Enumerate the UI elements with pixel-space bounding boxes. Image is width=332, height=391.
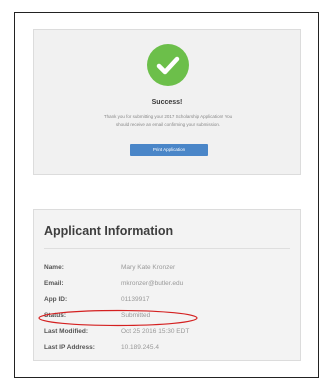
success-message-line: Thank you for submitting your 2017 Schol… bbox=[103, 114, 233, 119]
field-label: Email: bbox=[44, 280, 64, 287]
field-label: App ID: bbox=[44, 296, 68, 303]
success-title: Success! bbox=[151, 99, 183, 106]
field-value: Mary Kate Kronzer bbox=[121, 264, 176, 271]
field-value: mkronzer@butler.edu bbox=[121, 280, 184, 287]
field-value: Oct 25 2016 15:30 EDT bbox=[121, 328, 190, 335]
field-label: Name: bbox=[44, 264, 64, 271]
field-label: Last IP Address: bbox=[44, 344, 95, 351]
field-value: 10.189.245.4 bbox=[121, 344, 159, 351]
field-value: 01139917 bbox=[121, 296, 150, 303]
applicant-info-title: Applicant Information bbox=[44, 224, 174, 238]
field-label: Last Modified: bbox=[44, 328, 89, 335]
check-icon bbox=[147, 44, 189, 86]
status-highlight-ellipse bbox=[38, 309, 198, 327]
divider bbox=[44, 248, 290, 249]
success-message-line: should receive an email confirming your … bbox=[115, 122, 221, 127]
applicant-info-card: Applicant Information Name: Mary Kate Kr… bbox=[33, 209, 301, 361]
success-card: Success! Thank you for submitting your 2… bbox=[33, 29, 301, 175]
print-application-button[interactable]: Print Application bbox=[130, 144, 208, 156]
success-message: Thank you for submitting your 2017 Schol… bbox=[68, 113, 268, 129]
screenshot-frame: Success! Thank you for submitting your 2… bbox=[14, 12, 319, 378]
